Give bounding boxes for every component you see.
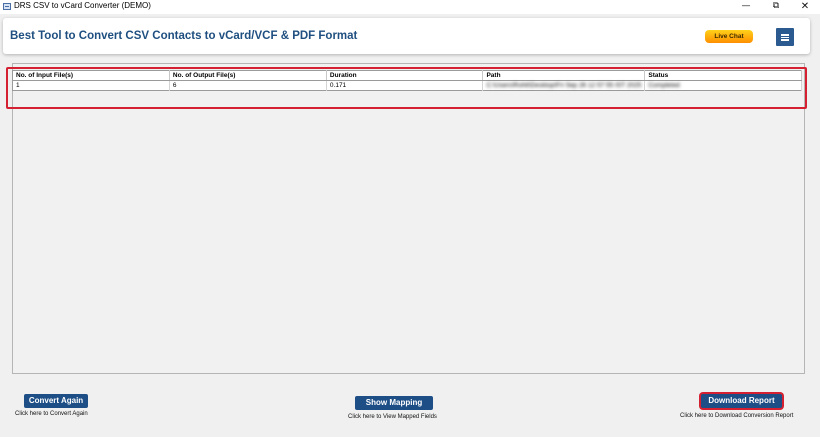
app-header: Best Tool to Convert CSV Contacts to vCa… — [3, 18, 810, 54]
convert-again-caption: Click here to Convert Again — [15, 411, 88, 417]
show-mapping-button[interactable]: Show Mapping — [355, 396, 433, 410]
report-panel — [12, 63, 805, 374]
download-report-button[interactable]: Download Report — [701, 394, 782, 408]
live-chat-button[interactable]: Live Chat — [705, 30, 753, 43]
minimize-button[interactable]: — — [734, 0, 758, 14]
header-title: Best Tool to Convert CSV Contacts to vCa… — [10, 30, 358, 42]
download-report-caption: Click here to Download Conversion Report — [680, 413, 794, 419]
hamburger-menu-icon[interactable] — [776, 28, 794, 46]
restore-button[interactable]: ⧉ — [764, 0, 788, 14]
show-mapping-caption: Click here to View Mapped Fields — [348, 414, 437, 420]
close-button[interactable]: ✕ — [793, 0, 817, 14]
convert-again-button[interactable]: Convert Again — [24, 394, 88, 408]
window-titlebar: DRS CSV to vCard Converter (DEMO) — ⧉ ✕ — [0, 0, 820, 14]
window-title: DRS CSV to vCard Converter (DEMO) — [14, 1, 151, 10]
report-highlight-frame — [6, 67, 807, 109]
app-icon — [3, 3, 11, 10]
